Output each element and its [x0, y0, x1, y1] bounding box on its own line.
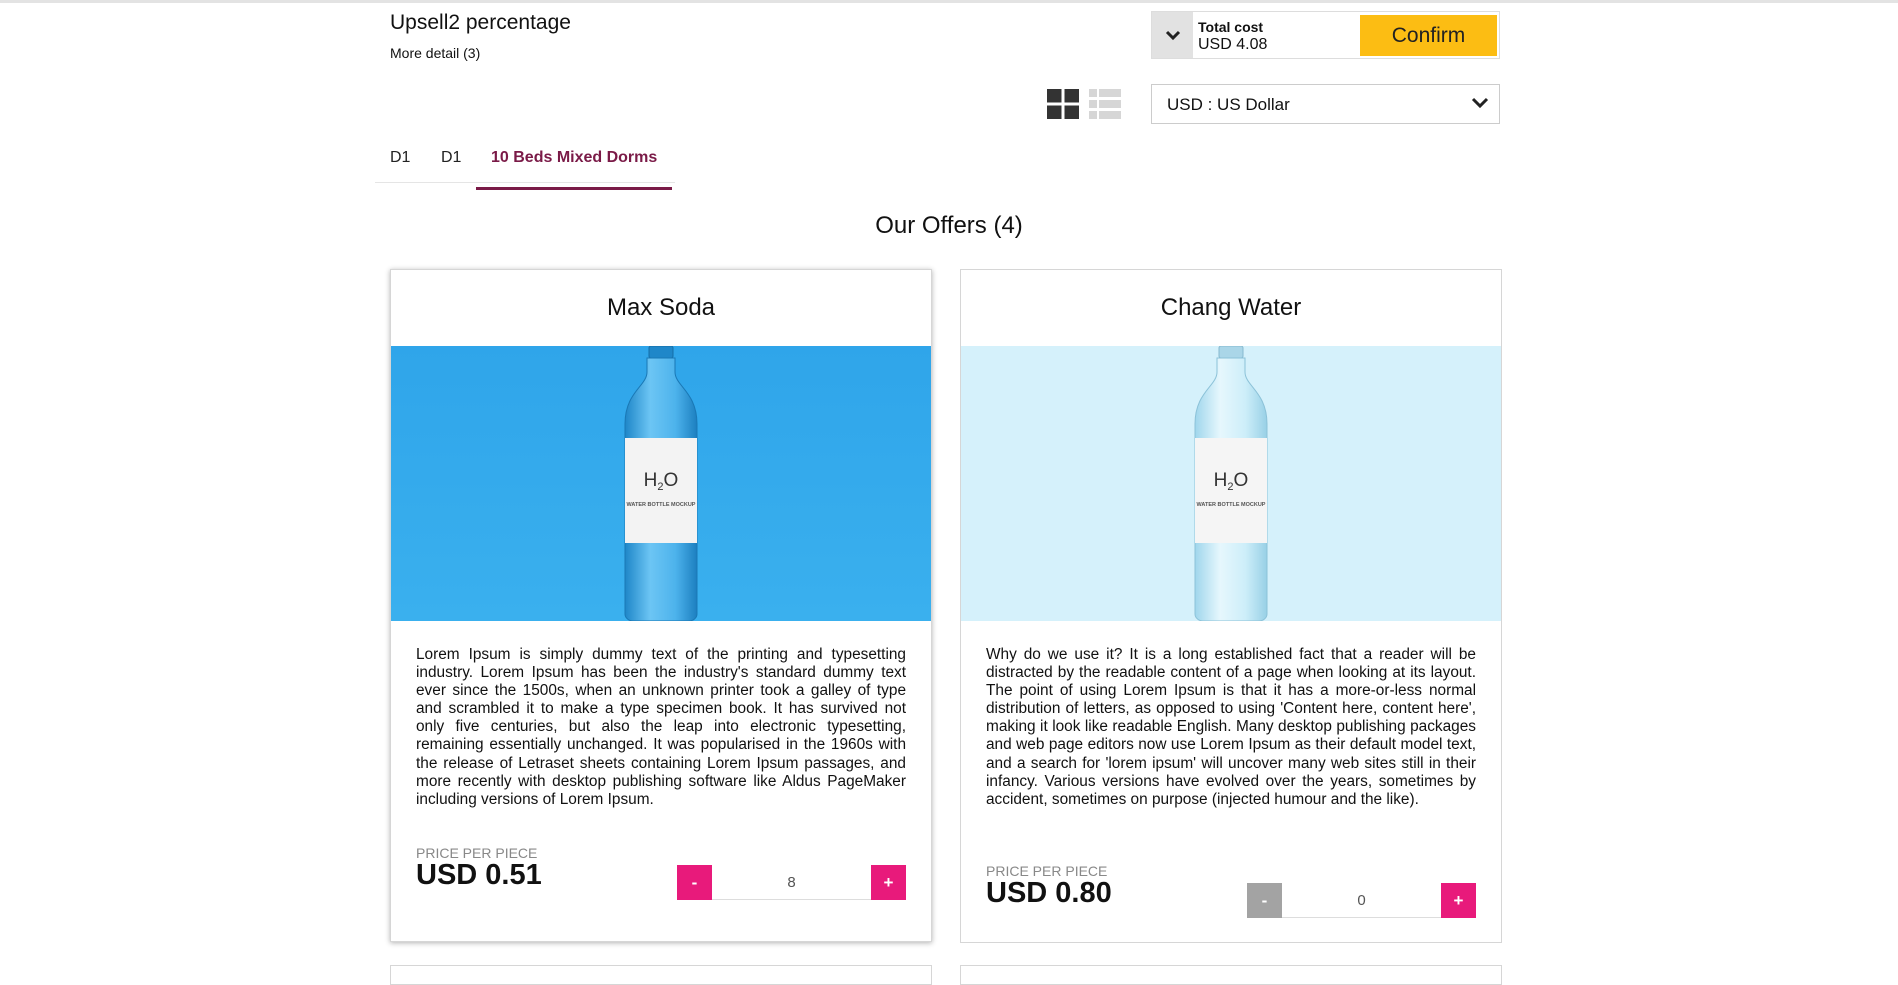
quantity-stepper: - +: [1247, 883, 1476, 918]
decrease-button[interactable]: -: [677, 865, 712, 900]
quantity-input[interactable]: [712, 865, 871, 900]
grid-view-icon: [1047, 89, 1079, 119]
offer-title: Max Soda: [606, 294, 716, 321]
price-value: USD 0.80: [986, 877, 1112, 909]
confirm-button[interactable]: Confirm: [1360, 15, 1497, 56]
room-tabs: D1 D1 10 Beds Mixed Dorms: [375, 140, 675, 190]
water-bottle-image: H2O WATER BOTTLE MOCKUP: [391, 346, 931, 621]
chevron-down-icon: [1471, 97, 1489, 109]
offer-title: Chang Water: [1160, 294, 1302, 321]
total-cost-label: Total cost: [1198, 19, 1264, 35]
page-title: Upsell2 percentage: [390, 11, 571, 34]
quantity-input[interactable]: [1282, 883, 1441, 918]
increase-button[interactable]: +: [1441, 883, 1476, 918]
total-cost-box: Total cost USD 4.08 Confirm: [1151, 11, 1500, 59]
offers-heading: Our Offers (4): [875, 212, 1023, 239]
currency-select[interactable]: USD : US Dollar: [1151, 84, 1500, 124]
total-cost-value: USD 4.08: [1198, 36, 1268, 53]
svg-text:WATER BOTTLE MOCKUP: WATER BOTTLE MOCKUP: [1197, 502, 1266, 508]
offer-image: H2O WATER BOTTLE MOCKUP: [391, 346, 931, 621]
offer-card: Chang Water H2O WATER BOTTLE MOCKUP Why …: [960, 269, 1502, 943]
decrease-button[interactable]: -: [1247, 883, 1282, 918]
top-divider: [0, 0, 1898, 3]
offer-card: Max Soda H2O WATER BOTTLE MOCKUP Lorem I…: [390, 269, 932, 942]
grid-view-toggle[interactable]: [1047, 89, 1079, 119]
price-value: USD 0.51: [416, 859, 542, 891]
list-view-icon: [1089, 89, 1121, 119]
quantity-stepper: - +: [677, 865, 906, 900]
tab-10-beds-mixed-dorms[interactable]: 10 Beds Mixed Dorms: [476, 149, 673, 190]
list-view-toggle[interactable]: [1089, 89, 1121, 119]
currency-selected-value: USD : US Dollar: [1167, 95, 1290, 114]
offer-card-partial: [960, 965, 1502, 985]
svg-text:WATER BOTTLE MOCKUP: WATER BOTTLE MOCKUP: [627, 502, 696, 508]
increase-button[interactable]: +: [871, 865, 906, 900]
water-bottle-image: H2O WATER BOTTLE MOCKUP: [961, 346, 1501, 621]
more-detail-link[interactable]: More detail (3): [390, 45, 480, 61]
offer-description: Lorem Ipsum is simply dummy text of the …: [416, 646, 906, 808]
offer-image: H2O WATER BOTTLE MOCKUP: [961, 346, 1501, 621]
offer-description: Why do we use it? It is a long establish…: [986, 646, 1476, 808]
tab-d1-second[interactable]: D1: [426, 149, 476, 181]
tab-d1-first[interactable]: D1: [375, 149, 425, 181]
cost-toggle-button[interactable]: [1152, 12, 1193, 58]
chevron-down-icon: [1165, 30, 1180, 40]
offer-card-partial: [390, 965, 932, 985]
